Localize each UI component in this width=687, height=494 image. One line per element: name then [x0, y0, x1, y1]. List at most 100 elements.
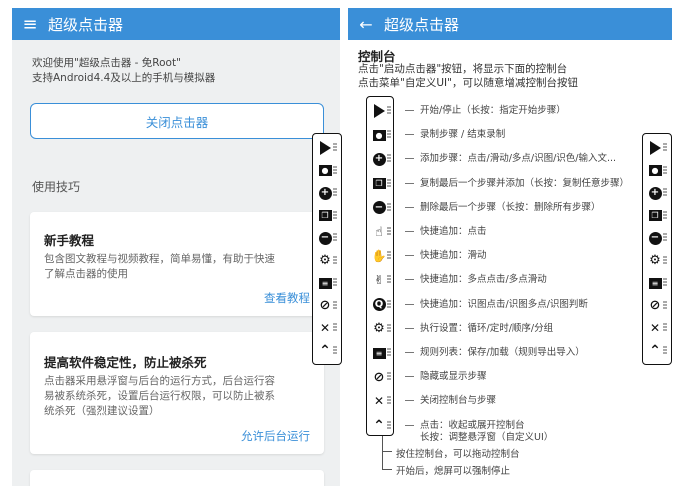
- card-desc-line: 包含图文教程与视频教程，简单易懂，有助于快速: [44, 253, 275, 265]
- stability-card[interactable]: 提高软件稳定性，防止被杀死 点击器采用悬浮窗与后台的运行方式，后台运行容 易被系…: [30, 332, 324, 454]
- toolbar-button[interactable]: ☝: [367, 221, 393, 243]
- swipe-icon: ✋: [371, 249, 387, 264]
- tutorial-card[interactable]: 新手教程 包含图文教程与视频教程，简单易懂，有助于快速 了解点击器的使用 查看教…: [30, 212, 324, 316]
- legend-item: 复制最后一个步骤并添加（长按：复制任意步骤）: [405, 178, 629, 192]
- toolbar-button[interactable]: ✌: [367, 269, 393, 291]
- drag-handle-icon: [333, 323, 338, 333]
- drag-handle-icon: [387, 154, 392, 164]
- drag-handle-icon: [663, 323, 668, 333]
- toolbar-button[interactable]: ●: [313, 160, 341, 182]
- leader-line: [405, 327, 414, 329]
- card-heading: 新手教程: [44, 233, 95, 248]
- plus-icon: +: [647, 185, 663, 201]
- leader-line: [405, 279, 414, 281]
- plus-icon: +: [317, 185, 333, 201]
- toolbar-button[interactable]: [313, 137, 341, 159]
- gear-icon: ⚙: [649, 253, 661, 268]
- toolbar-button[interactable]: ⌃: [367, 415, 393, 437]
- drag-handle-icon: [663, 165, 668, 176]
- rules-list-icon: ≡: [647, 275, 663, 291]
- toolbar-button[interactable]: +: [313, 182, 341, 204]
- toolbar-button[interactable]: ✕: [367, 390, 393, 412]
- multi-tap-icon: ✌: [373, 273, 385, 288]
- drag-handle-icon: [387, 106, 392, 116]
- drag-handle-icon: [387, 178, 392, 189]
- rules-list-icon: ≡: [317, 275, 333, 291]
- toolbar-button[interactable]: ●: [643, 160, 671, 182]
- legend-item: 开始/停止（长按：指定开始步骤）: [405, 105, 566, 119]
- collapse-icon: ⌃: [373, 417, 385, 434]
- app-bar: ≡ 超级点击器: [12, 8, 340, 40]
- toolbar-button[interactable]: ✕: [313, 317, 341, 339]
- drag-handle-icon: [387, 299, 392, 310]
- leader-line: [405, 400, 414, 402]
- toolbar-button[interactable]: +: [367, 148, 393, 170]
- card-desc-line: 了解点击器的使用: [44, 268, 128, 280]
- next-card: [30, 470, 324, 486]
- legend-item: 规则列表：保存/加载（规则导出导入）: [405, 347, 585, 361]
- footnote-bracket: [382, 448, 392, 470]
- toolbar-button[interactable]: −: [313, 227, 341, 249]
- toolbar-button[interactable]: Q: [367, 294, 393, 316]
- legend-text: 删除最后一个步骤（长按：删除所有步骤）: [420, 201, 601, 213]
- copy-icon: ❐: [371, 176, 387, 192]
- close-clicker-button[interactable]: 关闭点击器: [30, 103, 324, 139]
- eye-off-icon: ⊘: [319, 298, 331, 313]
- toolbar-button[interactable]: +: [643, 182, 671, 204]
- drag-handle-icon: [663, 143, 668, 153]
- toolbar-button[interactable]: −: [367, 197, 393, 219]
- toolbar-button[interactable]: [643, 137, 671, 159]
- toolbar-button[interactable]: ⚙: [313, 250, 341, 272]
- toolbar-button[interactable]: ✕: [643, 317, 671, 339]
- toolbar-button[interactable]: ⊘: [643, 295, 671, 317]
- drag-handle-icon: [663, 278, 668, 288]
- copy-icon: ❐: [647, 208, 663, 224]
- toolbar-button[interactable]: ⊘: [313, 295, 341, 317]
- footnote-drag: 按住控制台，可以拖动控制台: [396, 449, 520, 460]
- back-arrow-icon[interactable]: ←: [348, 15, 384, 34]
- intro-line: 欢迎使用"超级点击器 - 免Root": [32, 57, 181, 69]
- card-desc-line: 易被系统杀死，设置后台运行权限，可以防止被系: [44, 390, 275, 402]
- drag-handle-icon: [333, 278, 338, 288]
- toolbar-button[interactable]: ≡: [313, 272, 341, 294]
- menu-icon[interactable]: ≡: [12, 14, 48, 35]
- floating-control-toolbar[interactable]: ● + ❐ − ⚙ ≡ ⊘ ✕ ⌃: [312, 133, 342, 365]
- floating-control-toolbar[interactable]: ● + ❐ − ⚙ ≡ ⊘ ✕ ⌃: [642, 133, 672, 365]
- toolbar-button[interactable]: ≡: [367, 342, 393, 364]
- drag-handle-icon: [663, 188, 668, 198]
- toolbar-button[interactable]: ⚙: [367, 318, 393, 340]
- toolbar-button[interactable]: −: [643, 227, 671, 249]
- leader-line: [405, 352, 414, 353]
- toolbar-button[interactable]: ⌃: [643, 340, 671, 362]
- drag-handle-icon: [663, 210, 668, 221]
- drag-handle-icon: [387, 323, 392, 334]
- legend-text: 开始/停止（长按：指定开始步骤）: [420, 105, 566, 116]
- toolbar-button[interactable]: ●: [367, 124, 393, 146]
- leader-line: [405, 158, 414, 160]
- minus-icon: −: [371, 200, 387, 216]
- toolbar-button[interactable]: ❐: [313, 205, 341, 227]
- leader-line: [405, 255, 414, 257]
- toolbar-button[interactable]: ⚙: [643, 250, 671, 272]
- eye-off-icon: ⊘: [649, 298, 661, 313]
- legend-item: 快捷追加：多点点击/多点滑动: [405, 274, 547, 288]
- toolbar-button[interactable]: ≡: [643, 272, 671, 294]
- card-heading: 提高软件稳定性，防止被杀死: [44, 355, 207, 370]
- toolbar-button[interactable]: ❐: [367, 173, 393, 195]
- toolbar-button[interactable]: ✋: [367, 245, 393, 267]
- legend-item: 点击：收起或展开控制台 长按：调整悬浮窗（自定义UI）: [405, 420, 553, 443]
- toolbar-button[interactable]: [367, 100, 393, 122]
- toolbar-button[interactable]: ⊘: [367, 366, 393, 388]
- leader-line: [405, 182, 414, 184]
- allow-background-link[interactable]: 允许后台运行: [241, 428, 310, 444]
- toolbar-button[interactable]: ❐: [643, 205, 671, 227]
- view-tutorial-link[interactable]: 查看教程: [264, 290, 310, 306]
- tips-section-title: 使用技巧: [32, 180, 81, 194]
- toolbar-button[interactable]: ⌃: [313, 340, 341, 362]
- legend-item: 快捷追加：点击: [405, 226, 487, 240]
- leader-line: [405, 206, 414, 208]
- drag-handle-icon: [387, 396, 392, 406]
- drag-handle-icon: [387, 372, 392, 382]
- copy-icon: ❐: [317, 208, 333, 224]
- annotated-control-toolbar[interactable]: ● + ❐ − ☝ ✋ ✌ Q ⚙ ≡ ⊘ ✕ ⌃: [366, 96, 394, 436]
